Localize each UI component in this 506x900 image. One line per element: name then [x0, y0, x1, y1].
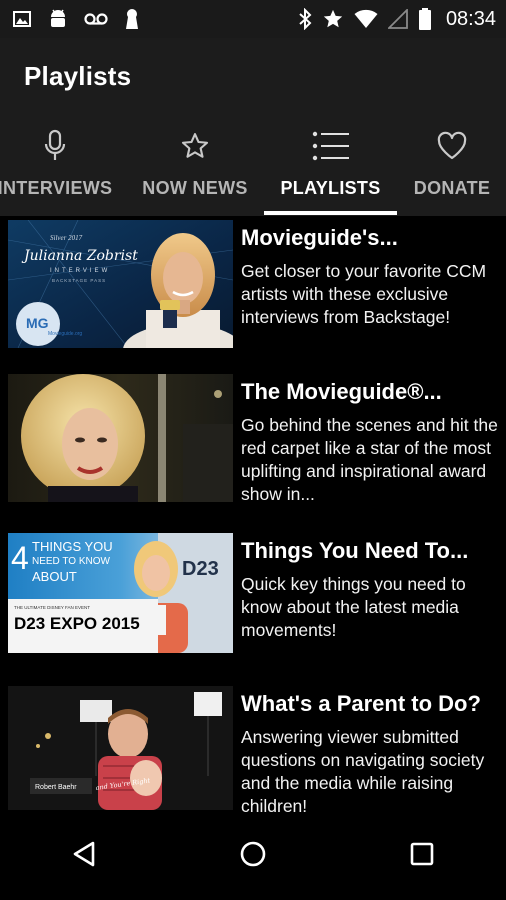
- playlist-description: Answering viewer submitted questions on …: [241, 727, 485, 813]
- back-icon: [71, 840, 97, 873]
- thumb-number: 4: [11, 540, 29, 576]
- playlist-thumbnail: Robert Baehr and You're Right: [8, 686, 233, 813]
- thumb-kicker: Silver 2017: [50, 234, 83, 242]
- signal-icon: [387, 9, 408, 29]
- page-title: Playlists: [24, 60, 132, 91]
- android-icon: [48, 8, 68, 30]
- list-icon: [312, 131, 350, 166]
- thumb-sub: INTERVIEW: [50, 268, 110, 274]
- wifi-icon: [354, 9, 378, 29]
- playlist-title: Things You Need To...: [241, 538, 469, 563]
- tab-now-news-label: NOW NEWS: [142, 178, 248, 198]
- playlist-list[interactable]: Silver 2017 Julianna Zobrist INTERVIEW B…: [0, 216, 506, 813]
- thumb-lowerthird-name: Robert Baehr: [35, 784, 77, 791]
- heart-outline-icon: [436, 131, 468, 166]
- thumb-expo: D23 EXPO 2015: [14, 614, 140, 633]
- thumb-name: Julianna Zobrist: [21, 248, 138, 264]
- thumb-line2: NEED TO KNOW: [32, 556, 111, 567]
- logo-mark: MG: [26, 315, 49, 331]
- app-bar: Playlists: [0, 38, 506, 114]
- thumb-sub2: BACKSTAGE PASS: [52, 278, 106, 283]
- thumb-line3: ABOUT: [32, 569, 77, 584]
- home-icon: [239, 840, 267, 873]
- tab-interviews-label: INTERVIEWS: [0, 178, 113, 198]
- keyhole-icon: [124, 8, 140, 30]
- bluetooth-icon: [298, 8, 312, 30]
- playlist-description: Go behind the scenes and hit the red car…: [241, 415, 498, 504]
- logo-text: Movieguide.org: [48, 331, 82, 337]
- playlist-thumbnail: [8, 374, 233, 502]
- playlist-title: What's a Parent to Do?: [241, 691, 481, 716]
- playlist-description: Get closer to your favorite CCM artists …: [241, 261, 487, 327]
- image-icon: [12, 9, 32, 29]
- playlist-description: Quick key things you need to know about …: [241, 574, 466, 640]
- status-bar: 08:34: [0, 0, 506, 38]
- star-outline-icon: [180, 131, 210, 166]
- battery-icon: [418, 7, 432, 31]
- microphone-icon: [42, 129, 68, 168]
- system-nav-bar: [0, 813, 506, 900]
- thumb-small: THE ULTIMATE DISNEY FAN EVENT: [14, 605, 90, 610]
- tab-donate[interactable]: DONATE: [400, 114, 504, 216]
- status-time: 08:34: [445, 7, 496, 30]
- tab-donate-label: DONATE: [413, 178, 491, 198]
- playlist-title: The Movieguide®...: [241, 379, 442, 404]
- tab-bar: INTERVIEWS NOW NEWS PLAYLISTS DONATE: [0, 114, 506, 216]
- list-item[interactable]: Silver 2017 Julianna Zobrist INTERVIEW B…: [0, 220, 506, 355]
- thumb-line1: THINGS YOU: [32, 539, 113, 554]
- tab-playlists-label: PLAYLISTS: [280, 178, 381, 198]
- playlist-thumbnail: Silver 2017 Julianna Zobrist INTERVIEW B…: [8, 220, 233, 348]
- back-button[interactable]: [54, 827, 114, 887]
- playlist-thumbnail: D23 4 THINGS YOU NEED TO KNOW ABOUT THE …: [8, 533, 233, 661]
- voicemail-icon: [84, 12, 108, 26]
- active-tab-indicator: [264, 211, 397, 215]
- tab-interviews[interactable]: INTERVIEWS: [0, 114, 120, 216]
- recents-icon: [409, 841, 435, 872]
- recents-button[interactable]: [392, 827, 452, 887]
- tab-now-news[interactable]: NOW NEWS: [130, 114, 260, 216]
- list-item[interactable]: Robert Baehr and You're Right What's a P…: [0, 686, 506, 813]
- list-item[interactable]: D23 4 THINGS YOU NEED TO KNOW ABOUT THE …: [0, 533, 506, 668]
- playlist-title: Movieguide's...: [241, 225, 398, 250]
- thumb-wall-text: D23: [182, 558, 219, 580]
- tab-playlists[interactable]: PLAYLISTS: [264, 114, 397, 216]
- list-item[interactable]: The Movieguide®... Go behind the scenes …: [0, 374, 506, 509]
- home-button[interactable]: [223, 827, 283, 887]
- star-icon: [322, 8, 344, 30]
